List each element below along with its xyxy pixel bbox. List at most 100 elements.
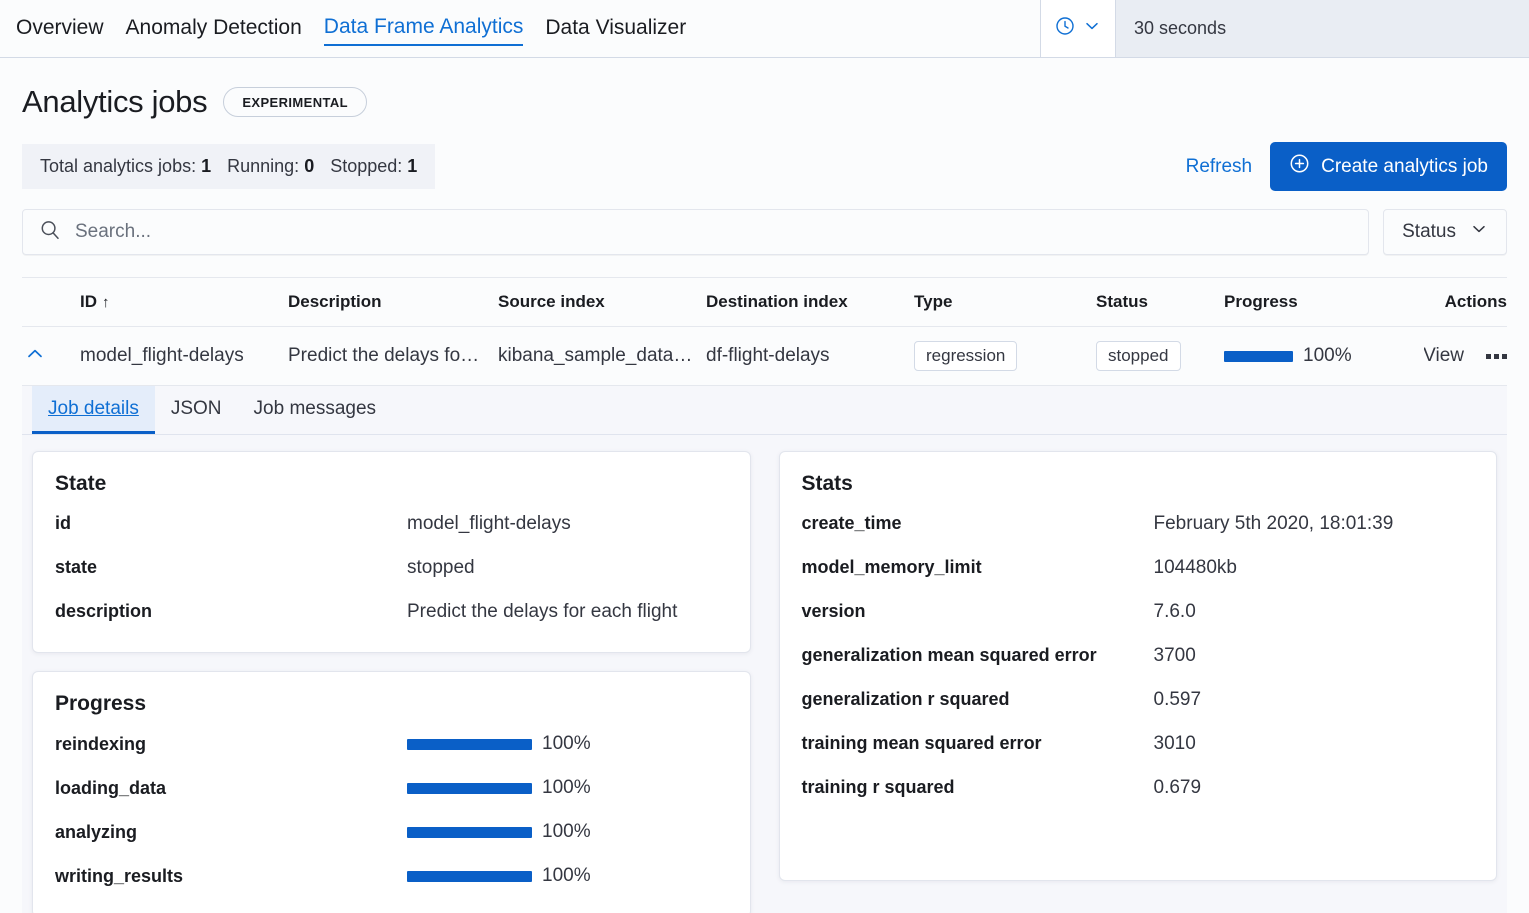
stats-value-generalization-r2: 0.597 (1154, 689, 1202, 711)
stats-value-generalization-mse: 3700 (1154, 645, 1196, 667)
row-progress-label: 100% (1303, 345, 1352, 367)
stats-key-create-time: create_time (802, 513, 1154, 534)
view-results-button[interactable]: View (1424, 342, 1464, 370)
table-row: model_flight-delays Predict the delays f… (22, 327, 1507, 386)
progress-key-writing-results: writing_results (55, 866, 407, 887)
stats-card-title: Stats (802, 472, 1475, 496)
nav-tab-data-visualizer[interactable]: Data Visualizer (545, 13, 686, 45)
row-expander-cell (22, 327, 80, 386)
state-card: State id model_flight-delays state stopp… (32, 451, 751, 653)
stopped-jobs-label: Stopped: (330, 156, 402, 176)
state-key-state: state (55, 557, 407, 578)
state-card-title: State (55, 472, 728, 496)
nav-tab-overview[interactable]: Overview (16, 13, 104, 45)
time-picker: 30 seconds (1040, 0, 1529, 57)
toolbar-actions: Refresh Create analytics job (1186, 142, 1507, 191)
top-navigation-bar: Overview Anomaly Detection Data Frame An… (0, 0, 1529, 58)
progress-card-title: Progress (55, 692, 728, 716)
state-value-state: stopped (407, 557, 475, 579)
progress-bar-writing-results (407, 871, 532, 882)
column-header-progress[interactable]: Progress (1224, 278, 1424, 327)
detail-right-column: Stats create_time February 5th 2020, 18:… (779, 451, 1498, 913)
nav-tab-data-frame-analytics[interactable]: Data Frame Analytics (324, 12, 524, 46)
column-header-type[interactable]: Type (914, 278, 1096, 327)
progress-label-loading-data: 100% (542, 777, 591, 799)
row-progress-bar (1224, 351, 1293, 362)
tab-json[interactable]: JSON (155, 386, 238, 434)
plus-in-circle-icon (1289, 153, 1310, 180)
experimental-badge: EXPERIMENTAL (223, 87, 367, 117)
total-jobs-stat: Total analytics jobs: 1 (40, 156, 211, 177)
page-header: Analytics jobs EXPERIMENTAL (0, 58, 1529, 120)
refresh-button[interactable]: Refresh (1186, 156, 1253, 178)
stats-key-version: version (802, 601, 1154, 622)
progress-row-writing-results: writing_results 100% (55, 854, 728, 898)
time-picker-value[interactable]: 30 seconds (1116, 0, 1226, 57)
column-header-destination-index[interactable]: Destination index (706, 278, 914, 327)
progress-bar-loading-data (407, 783, 532, 794)
total-jobs-label: Total analytics jobs: (40, 156, 196, 176)
state-key-description: description (55, 601, 407, 622)
column-header-description[interactable]: Description (288, 278, 498, 327)
stopped-jobs-value: 1 (407, 156, 417, 176)
column-header-source-index[interactable]: Source index (498, 278, 706, 327)
column-header-actions: Actions (1424, 278, 1507, 327)
search-icon (39, 219, 61, 246)
state-row-state: state stopped (55, 546, 728, 590)
cell-actions: View (1424, 327, 1507, 386)
stats-card: Stats create_time February 5th 2020, 18:… (779, 451, 1498, 881)
stats-row-generalization-r2: generalization r squared 0.597 (802, 678, 1475, 722)
progress-row-loading-data: loading_data 100% (55, 766, 728, 810)
create-analytics-job-button[interactable]: Create analytics job (1270, 142, 1507, 191)
column-header-id[interactable]: ID↑ (80, 278, 288, 327)
collapse-row-button[interactable] (22, 341, 48, 367)
cell-progress: 100% (1224, 327, 1424, 386)
dot (1486, 354, 1491, 359)
progress-key-reindexing: reindexing (55, 734, 407, 755)
search-row: Status (0, 191, 1529, 255)
status-filter-label: Status (1402, 221, 1456, 243)
create-analytics-job-label: Create analytics job (1321, 156, 1488, 178)
stats-key-generalization-r2: generalization r squared (802, 689, 1154, 710)
column-header-expander (22, 278, 80, 327)
column-header-status[interactable]: Status (1096, 278, 1224, 327)
tab-job-messages[interactable]: Job messages (238, 386, 393, 434)
search-input[interactable] (75, 221, 1352, 243)
cell-job-id[interactable]: model_flight-delays (80, 327, 288, 386)
nav-tab-anomaly-detection[interactable]: Anomaly Detection (126, 13, 302, 45)
cell-description: Predict the delays fo… (288, 327, 498, 386)
dot (1502, 354, 1507, 359)
analytics-jobs-table: ID↑ Description Source index Destination… (22, 277, 1507, 386)
nav-tab-list: Overview Anomaly Detection Data Frame An… (0, 0, 1040, 57)
clock-icon (1055, 16, 1075, 41)
sort-ascending-icon: ↑ (102, 294, 110, 311)
dot (1494, 354, 1499, 359)
stats-value-training-mse: 3010 (1154, 733, 1196, 755)
cell-source-index: kibana_sample_data… (498, 327, 706, 386)
row-more-actions-button[interactable] (1486, 354, 1507, 359)
running-jobs-value: 0 (304, 156, 314, 176)
stopped-jobs-stat: Stopped: 1 (330, 156, 417, 177)
analytics-jobs-table-wrapper: ID↑ Description Source index Destination… (0, 255, 1529, 386)
state-row-id: id model_flight-delays (55, 502, 728, 546)
search-box[interactable] (22, 209, 1369, 255)
state-row-description: description Predict the delays for each … (55, 590, 728, 634)
progress-bar-analyzing (407, 827, 532, 838)
stats-key-training-r2: training r squared (802, 777, 1154, 798)
expanded-row-detail: Job details JSON Job messages State id m… (22, 386, 1507, 913)
job-stats-bar: Total analytics jobs: 1 Running: 0 Stopp… (22, 144, 435, 189)
stats-value-version: 7.6.0 (1154, 601, 1196, 623)
status-badge: stopped (1096, 341, 1181, 371)
stats-row-training-mse: training mean squared error 3010 (802, 722, 1475, 766)
total-jobs-value: 1 (201, 156, 211, 176)
state-value-id: model_flight-delays (407, 513, 571, 535)
cell-type: regression (914, 327, 1096, 386)
time-picker-quick-menu-button[interactable] (1041, 0, 1116, 57)
progress-row-reindexing: reindexing 100% (55, 722, 728, 766)
state-key-id: id (55, 513, 407, 534)
progress-key-analyzing: analyzing (55, 822, 407, 843)
state-value-description: Predict the delays for each flight (407, 601, 677, 623)
tab-job-details[interactable]: Job details (32, 386, 155, 434)
progress-label-writing-results: 100% (542, 865, 591, 887)
status-filter-dropdown[interactable]: Status (1383, 209, 1507, 255)
